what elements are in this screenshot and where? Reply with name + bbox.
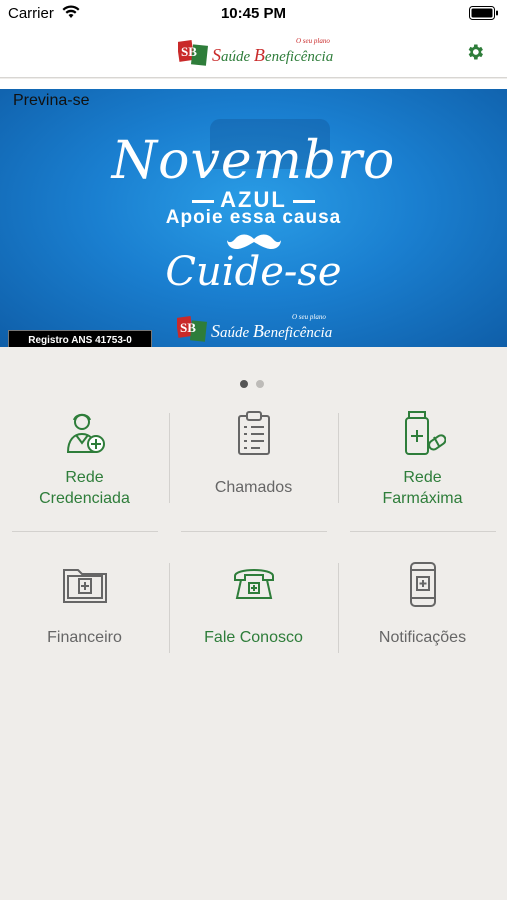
svg-text:SB: SB [180, 320, 196, 335]
header-spacer [0, 79, 507, 89]
pharmacy-icon [405, 411, 446, 455]
menu-label: Notificações [378, 629, 467, 646]
doctor-icon [66, 413, 105, 453]
menu-tile-rede-credenciada[interactable]: Rede Credenciada [0, 410, 169, 560]
banner-headline: Novembro [111, 131, 396, 191]
banner-closing: Cuide-se [165, 249, 342, 295]
sb-logo-mark-icon: SB [178, 39, 208, 66]
banner-section-title: Previna-se [13, 92, 90, 109]
logo-tagline: O seu plano [296, 37, 330, 45]
telephone-icon [234, 569, 274, 599]
status-bar: Carrier 10:45 PM [0, 0, 507, 28]
menu-tile-chamados[interactable]: Chamados [169, 410, 338, 560]
banner-logo-tagline: O seu plano [292, 313, 326, 321]
svg-text:SB: SB [181, 44, 197, 59]
carousel-dot-active[interactable] [240, 380, 248, 388]
smartphone-icon [410, 562, 436, 607]
folder-icon [63, 569, 107, 603]
banner-logo: SB O seu plano Saúde Beneficência [177, 313, 347, 343]
menu-tile-notificacoes[interactable]: Notificações [338, 562, 507, 712]
carousel-page-indicator[interactable] [240, 375, 272, 393]
menu-label: Rede [403, 469, 442, 486]
grid-divider [350, 531, 496, 532]
nav-bar: SB O seu plano Saúde Beneficência [0, 28, 507, 78]
sb-logo-mark-icon: SB [177, 315, 207, 342]
menu-tile-fale-conosco[interactable]: Fale Conosco [169, 562, 338, 712]
menu-tile-rede-farmaxima[interactable]: Rede Farmáxima [338, 410, 507, 560]
menu-label: Fale Conosco [204, 629, 303, 646]
clock: 10:45 PM [220, 5, 287, 22]
carousel-dot[interactable] [256, 380, 264, 388]
menu-label: Rede [65, 469, 104, 486]
battery-icon [469, 6, 499, 24]
menu-label: Chamados [214, 479, 293, 496]
menu-label: Financeiro [47, 629, 122, 646]
ans-registration-badge: Registro ANS 41753-0 [8, 330, 152, 347]
brand-logo: SB O seu plano Saúde Beneficência [178, 37, 333, 69]
menu-label: Farmáxima [382, 490, 463, 507]
clipboard-icon [238, 411, 270, 455]
grid-divider [12, 531, 158, 532]
menu-label: Credenciada [39, 490, 130, 507]
grid-divider [181, 531, 327, 532]
menu-tile-financeiro[interactable]: Financeiro [0, 562, 169, 712]
banner-logo-wordmark: Saúde Beneficência [211, 321, 333, 341]
gear-icon[interactable] [465, 42, 485, 62]
promo-banner[interactable]: Previna-se Novembro AZUL Apoie essa caus… [0, 89, 507, 347]
logo-wordmark: Saúde Beneficência [212, 45, 334, 65]
banner-cause: Apoie essa causa [165, 207, 342, 228]
